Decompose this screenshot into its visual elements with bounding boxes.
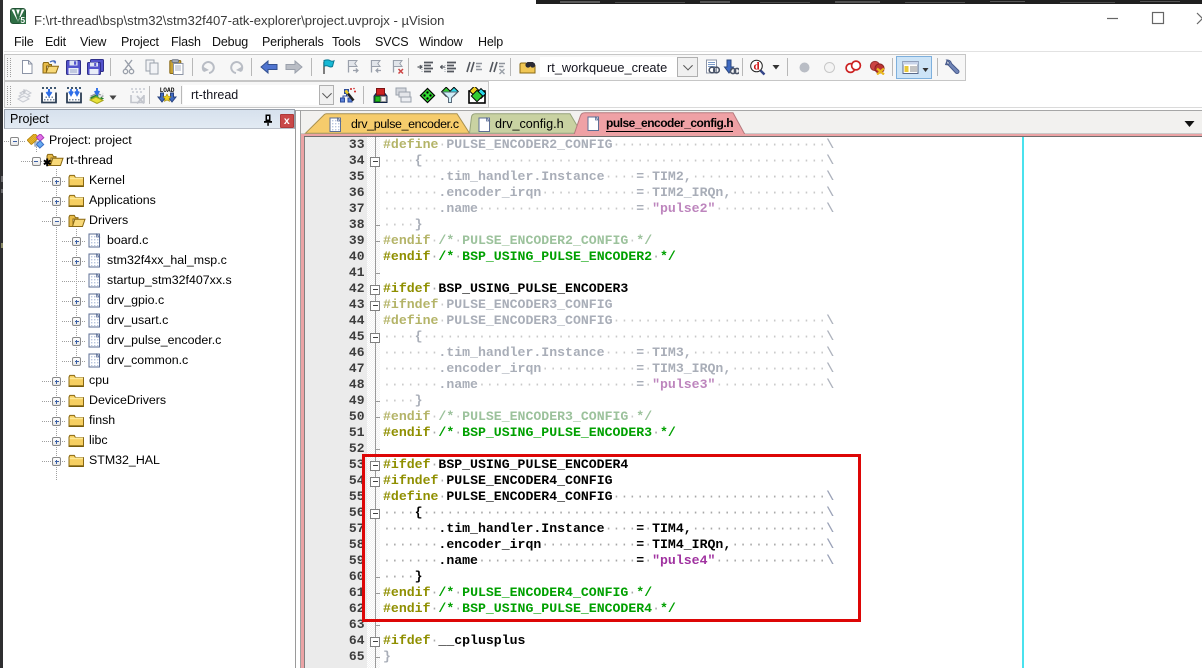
svg-text:5: 5 [20, 15, 25, 24]
svg-text:d: d [753, 60, 759, 72]
